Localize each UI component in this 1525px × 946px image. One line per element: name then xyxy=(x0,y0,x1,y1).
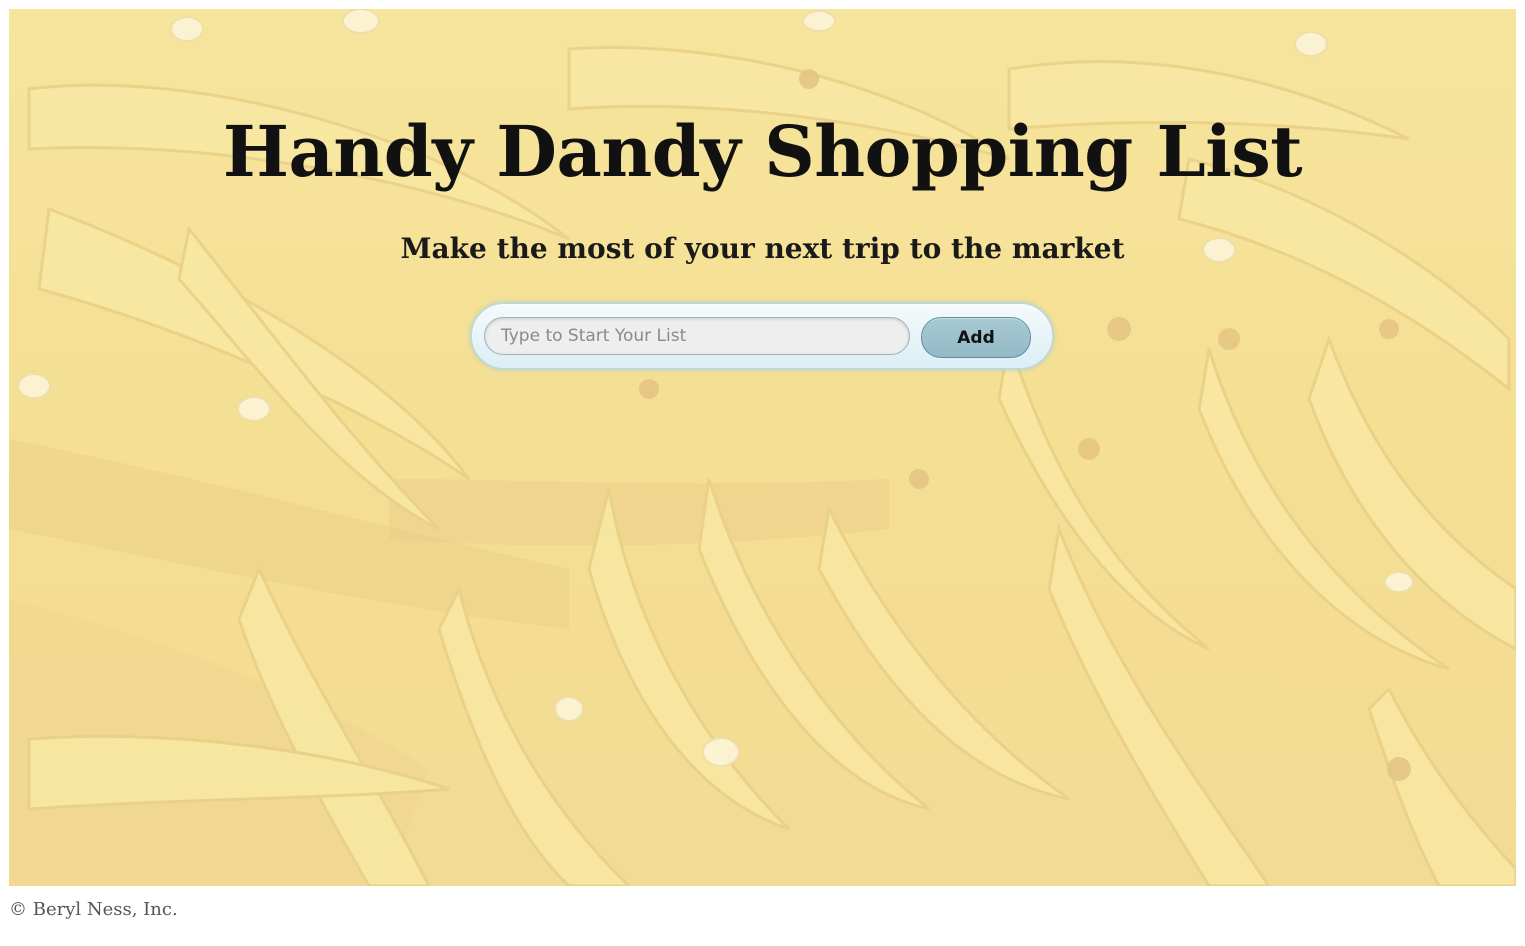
list-item-input[interactable] xyxy=(484,317,910,355)
add-item-form: Add xyxy=(471,303,1053,369)
add-button[interactable]: Add xyxy=(921,317,1031,358)
footer-copyright: © Beryl Ness, Inc. xyxy=(9,899,178,920)
hero-banner: Handy Dandy Shopping List Make the most … xyxy=(9,9,1516,886)
page-title: Handy Dandy Shopping List xyxy=(222,110,1303,193)
hero-content: Handy Dandy Shopping List Make the most … xyxy=(9,9,1516,886)
page-subtitle: Make the most of your next trip to the m… xyxy=(400,232,1125,265)
